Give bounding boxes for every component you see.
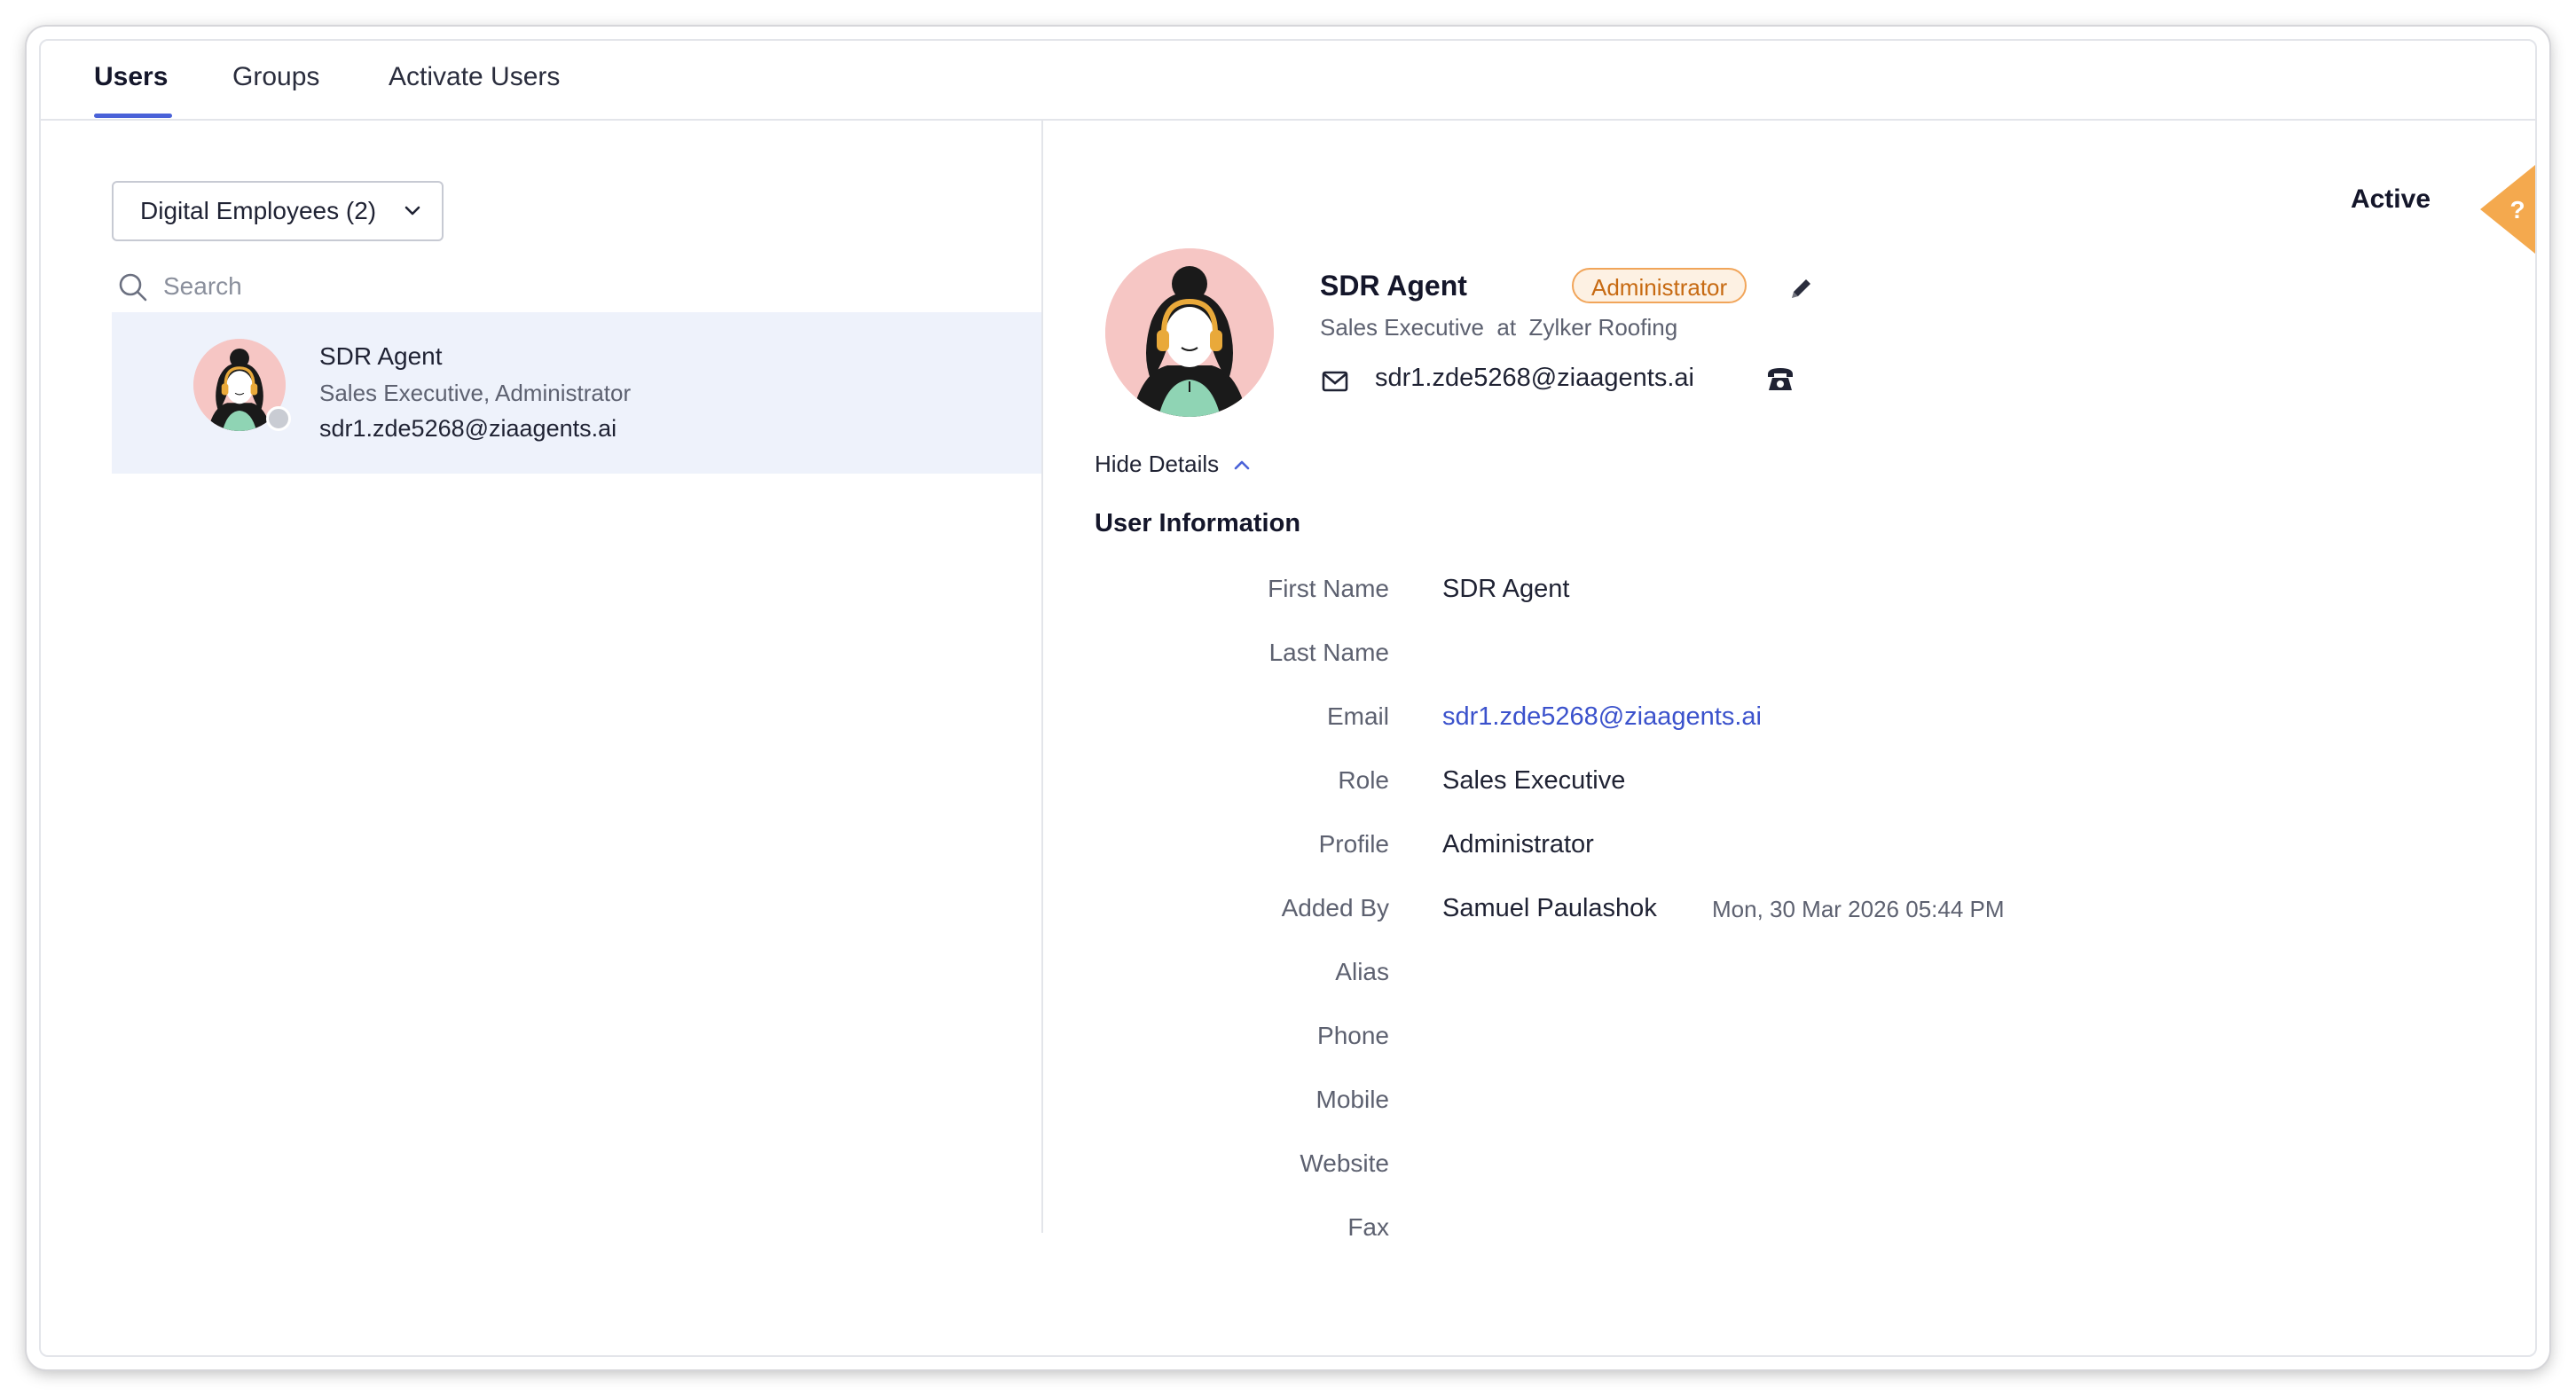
phone-icon[interactable] (1765, 365, 1795, 394)
users-panel: Users Groups Activate Users Digital Empl… (39, 39, 2537, 1357)
chevron-down-icon (404, 206, 420, 216)
field-value-first-name: SDR Agent (1442, 575, 1570, 603)
profile-subtitle: Sales Executive at Zylker Roofing (1320, 314, 1678, 341)
field-value-email-link[interactable]: sdr1.zde5268@ziaagents.ai (1442, 702, 1762, 732)
field-value-role: Sales Executive (1442, 766, 1626, 795)
status-dot (266, 406, 291, 431)
hide-details-label: Hide Details (1095, 451, 1220, 477)
active-tab-indicator (94, 114, 172, 118)
filter-label: Digital Employees (2) (140, 197, 377, 224)
app-window: Users Groups Activate Users Digital Empl… (27, 27, 2549, 1369)
list-item-name: SDR Agent (319, 342, 443, 370)
search-box (112, 263, 1041, 314)
list-item-email: sdr1.zde5268@ziaagents.ai (319, 415, 617, 442)
profile-name: SDR Agent (1320, 270, 1467, 302)
mail-icon (1322, 371, 1348, 392)
help-icon[interactable]: ? (2480, 165, 2535, 254)
field-value-added-by: Samuel Paulashok (1442, 894, 1657, 922)
tab-users[interactable]: Users (94, 62, 168, 92)
section-title: User Information (1095, 509, 1301, 537)
field-label-website: Website (1300, 1149, 1389, 1177)
list-item[interactable]: SDR Agent Sales Executive, Administrator… (112, 312, 1041, 474)
hide-details-toggle[interactable]: Hide Details (1095, 451, 1251, 478)
profile-email: sdr1.zde5268@ziaagents.ai (1375, 364, 1694, 392)
agent-avatar-icon (1105, 248, 1274, 417)
added-date: Mon, 30 Mar 2026 05:44 PM (1712, 896, 2005, 922)
list-item-subtitle: Sales Executive, Administrator (319, 380, 632, 406)
field-label-first-name: First Name (1268, 575, 1389, 602)
employee-filter-dropdown[interactable]: Digital Employees (2) (112, 181, 444, 241)
search-icon (119, 273, 147, 302)
chevron-up-icon (1234, 460, 1250, 469)
user-list-pane: Digital Employees (2) Search SDR Agent S… (41, 121, 1043, 1233)
field-label-phone: Phone (1317, 1022, 1389, 1049)
field-label-role: Role (1338, 766, 1389, 794)
role-badge: Administrator (1572, 268, 1747, 303)
field-label-email: Email (1326, 702, 1389, 730)
field-label-fax: Fax (1347, 1213, 1389, 1241)
pencil-icon[interactable] (1788, 275, 1815, 302)
field-label-added-by: Added By (1281, 894, 1389, 922)
field-value-profile: Administrator (1442, 830, 1594, 859)
field-label-last-name: Last Name (1268, 639, 1389, 666)
tab-groups[interactable]: Groups (232, 62, 319, 92)
tab-bar: Users Groups Activate Users (41, 41, 2535, 121)
field-label-alias: Alias (1335, 958, 1389, 985)
help-symbol: ? (2509, 196, 2525, 224)
avatar (1105, 248, 1274, 417)
tab-activate-users[interactable]: Activate Users (389, 62, 560, 92)
field-label-profile: Profile (1318, 830, 1389, 858)
search-input[interactable] (161, 268, 609, 305)
user-detail-pane: Active ? SDR Agent Administrator Sales E… (1043, 121, 2535, 1355)
field-label-mobile: Mobile (1315, 1086, 1389, 1113)
status-badge: Active (2350, 184, 2431, 214)
